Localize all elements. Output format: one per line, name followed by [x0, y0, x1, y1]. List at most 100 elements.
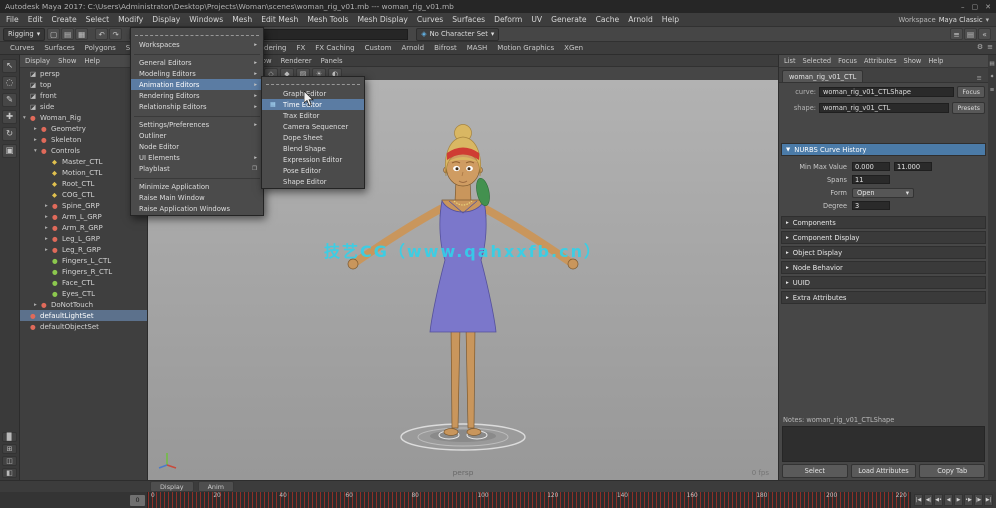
shelf-tab[interactable]: Curves — [10, 44, 34, 52]
numeric-input-field[interactable] — [258, 29, 408, 40]
paint-select-tool-icon[interactable]: ✎ — [2, 93, 17, 107]
submenu-item[interactable]: Expression Editor — [262, 154, 364, 165]
expand-arrow-icon[interactable]: ▾ — [23, 115, 30, 121]
outliner-persp-layout-icon[interactable]: ◧ — [2, 468, 17, 478]
new-scene-icon[interactable]: ▢ — [47, 28, 60, 40]
shelf-tab[interactable]: MASH — [467, 44, 488, 52]
redo-icon[interactable]: ↷ — [109, 28, 122, 40]
character-set-dropdown[interactable]: ◈ No Character Set ▾ — [416, 28, 499, 41]
submenu-item[interactable]: Dope Sheet — [262, 132, 364, 143]
section-header[interactable]: ▸ Extra Attributes — [781, 291, 986, 304]
menu-bar-item[interactable]: Modify — [118, 15, 143, 24]
attribute-editor-tab[interactable]: woman_rig_v01_CTL — [782, 70, 863, 82]
outliner-row[interactable]: ● defaultObjectSet — [20, 321, 147, 332]
node-name-field[interactable]: woman_rig_v01_CTLShape — [819, 87, 954, 97]
spans-input[interactable]: 11 — [852, 175, 890, 184]
four-pane-layout-icon[interactable]: ⊞ — [2, 444, 17, 454]
panel-menu-item[interactable]: Panels — [321, 57, 343, 65]
expand-arrow-icon[interactable]: ▸ — [45, 236, 52, 242]
degree-input[interactable]: 3 — [852, 201, 890, 210]
windows-menu-item[interactable]: Modeling Editors ▸ — [131, 68, 263, 79]
submenu-item[interactable]: ▦ Time Editor — [262, 99, 364, 110]
windows-menu-item[interactable]: Minimize Application — [131, 181, 263, 192]
menu-bar-item[interactable]: Display — [152, 15, 180, 24]
windows-menu-item[interactable]: Rendering Editors ▸ — [131, 90, 263, 101]
shelf-gear-icon[interactable]: ⚙ — [977, 43, 983, 51]
section-header[interactable]: ▸ UUID — [781, 276, 986, 289]
windows-menu-item[interactable]: Outliner — [131, 130, 263, 141]
attribute-editor-menu-item[interactable]: Selected — [803, 57, 832, 65]
windows-menu-item[interactable]: Raise Main Window — [131, 192, 263, 203]
shelf-tab[interactable]: Polygons — [85, 44, 116, 52]
form-dropdown[interactable]: Open ▾ — [852, 188, 914, 198]
minimize-button[interactable]: – — [961, 3, 965, 11]
outliner-row[interactable]: ● defaultLightSet — [20, 310, 147, 321]
windows-menu-item[interactable]: Playblast ❒ — [131, 163, 263, 174]
select-tool-icon[interactable]: ↖ — [2, 59, 17, 73]
menu-bar-item[interactable]: Deform — [494, 15, 522, 24]
shelf-tab[interactable]: XGen — [564, 44, 583, 52]
attribute-editor-menu-item[interactable]: Help — [928, 57, 943, 65]
maximize-button[interactable]: ▢ — [972, 3, 979, 11]
shelf-tab[interactable]: Custom — [365, 44, 392, 52]
expand-arrow-icon[interactable]: ▸ — [34, 137, 41, 143]
section-header-nurbs-curve-history[interactable]: ▼ NURBS Curve History — [781, 143, 986, 156]
windows-menu-item[interactable]: Relationship Editors ▸ — [131, 101, 263, 112]
windows-menu-item[interactable]: Node Editor — [131, 141, 263, 152]
select-button[interactable]: Select — [782, 464, 848, 478]
section-header[interactable]: ▸ Components — [781, 216, 986, 229]
shelf-tab[interactable]: Motion Graphics — [497, 44, 554, 52]
rotate-tool-icon[interactable]: ↻ — [2, 127, 17, 141]
go-to-end-button[interactable]: ▶| — [984, 494, 993, 506]
menu-bar-item[interactable]: Generate — [551, 15, 586, 24]
sort-hierarchy-icon[interactable]: ≡ — [950, 28, 963, 40]
shape-name-field[interactable]: woman_rig_v01_CTL — [819, 103, 949, 113]
expand-arrow-icon[interactable]: ▸ — [45, 203, 52, 209]
outliner-row[interactable]: ◪ front — [20, 90, 147, 101]
notes-textarea[interactable] — [782, 426, 985, 462]
collapse-toolbar-icon[interactable]: « — [978, 28, 991, 40]
copy-tab-button[interactable]: Copy Tab — [919, 464, 985, 478]
outliner-row[interactable]: ● Fingers_L_CTL — [20, 255, 147, 266]
current-frame-field[interactable]: 0 — [130, 495, 145, 506]
section-header[interactable]: ▸ Node Behavior — [781, 261, 986, 274]
submenu-item[interactable]: Trax Editor — [262, 110, 364, 121]
outliner-row[interactable]: ◆ Motion_CTL — [20, 167, 147, 178]
attribute-editor-toggle-icon[interactable]: ▤ — [989, 61, 994, 67]
outliner-row[interactable]: ▾ ● Woman_Rig — [20, 112, 147, 123]
outliner-menu-item[interactable]: Show — [58, 57, 76, 65]
layer-editor-tab[interactable]: Anim — [198, 481, 234, 492]
windows-menu-item[interactable]: UI Elements ▸ — [131, 152, 263, 163]
two-pane-layout-icon[interactable]: ◫ — [2, 456, 17, 466]
outliner-row[interactable]: ▸ ● Geometry — [20, 123, 147, 134]
outliner-row[interactable]: ● Face_CTL — [20, 277, 147, 288]
attribute-editor-menu-item[interactable]: Show — [904, 57, 922, 65]
outliner-row[interactable]: ◪ top — [20, 79, 147, 90]
step-back-key-button[interactable]: ◀• — [934, 494, 943, 506]
menu-bar-item[interactable]: Curves — [417, 15, 443, 24]
step-forward-frame-button[interactable]: |▶ — [974, 494, 983, 506]
windows-menu-item[interactable] — [135, 30, 259, 36]
go-to-start-button[interactable]: |◀ — [914, 494, 923, 506]
menu-bar-item[interactable]: Help — [662, 15, 679, 24]
outliner-row[interactable]: ◆ Root_CTL — [20, 178, 147, 189]
time-slider[interactable]: 020406080100120140160180200220 — [148, 492, 910, 508]
channel-box-toggle-icon[interactable]: ≡ — [990, 87, 995, 93]
section-header[interactable]: ▸ Component Display — [781, 231, 986, 244]
attribute-editor-menu-item[interactable]: List — [784, 57, 796, 65]
menu-bar-item[interactable]: Surfaces — [452, 15, 485, 24]
expand-arrow-icon[interactable]: ▸ — [45, 225, 52, 231]
menu-bar-item[interactable]: Edit — [28, 15, 43, 24]
scale-tool-icon[interactable]: ▣ — [2, 144, 17, 158]
submenu-item[interactable]: Graph Editor — [262, 88, 364, 99]
submenu-item[interactable]: Shape Editor — [262, 176, 364, 187]
outliner-row[interactable]: ▸ ● Leg_L_GRP — [20, 233, 147, 244]
shelf-tab[interactable]: Arnold — [401, 44, 424, 52]
attribute-editor-menu-item[interactable]: Focus — [838, 57, 857, 65]
outliner-row[interactable]: ▸ ● Leg_R_GRP — [20, 244, 147, 255]
expand-arrow-icon[interactable]: ▾ — [34, 148, 41, 154]
outliner-row[interactable]: ◆ COG_CTL — [20, 189, 147, 200]
outliner-row[interactable]: ◪ side — [20, 101, 147, 112]
outliner-row[interactable]: ◆ Master_CTL — [20, 156, 147, 167]
layer-editor-tab[interactable]: Display — [150, 481, 194, 492]
